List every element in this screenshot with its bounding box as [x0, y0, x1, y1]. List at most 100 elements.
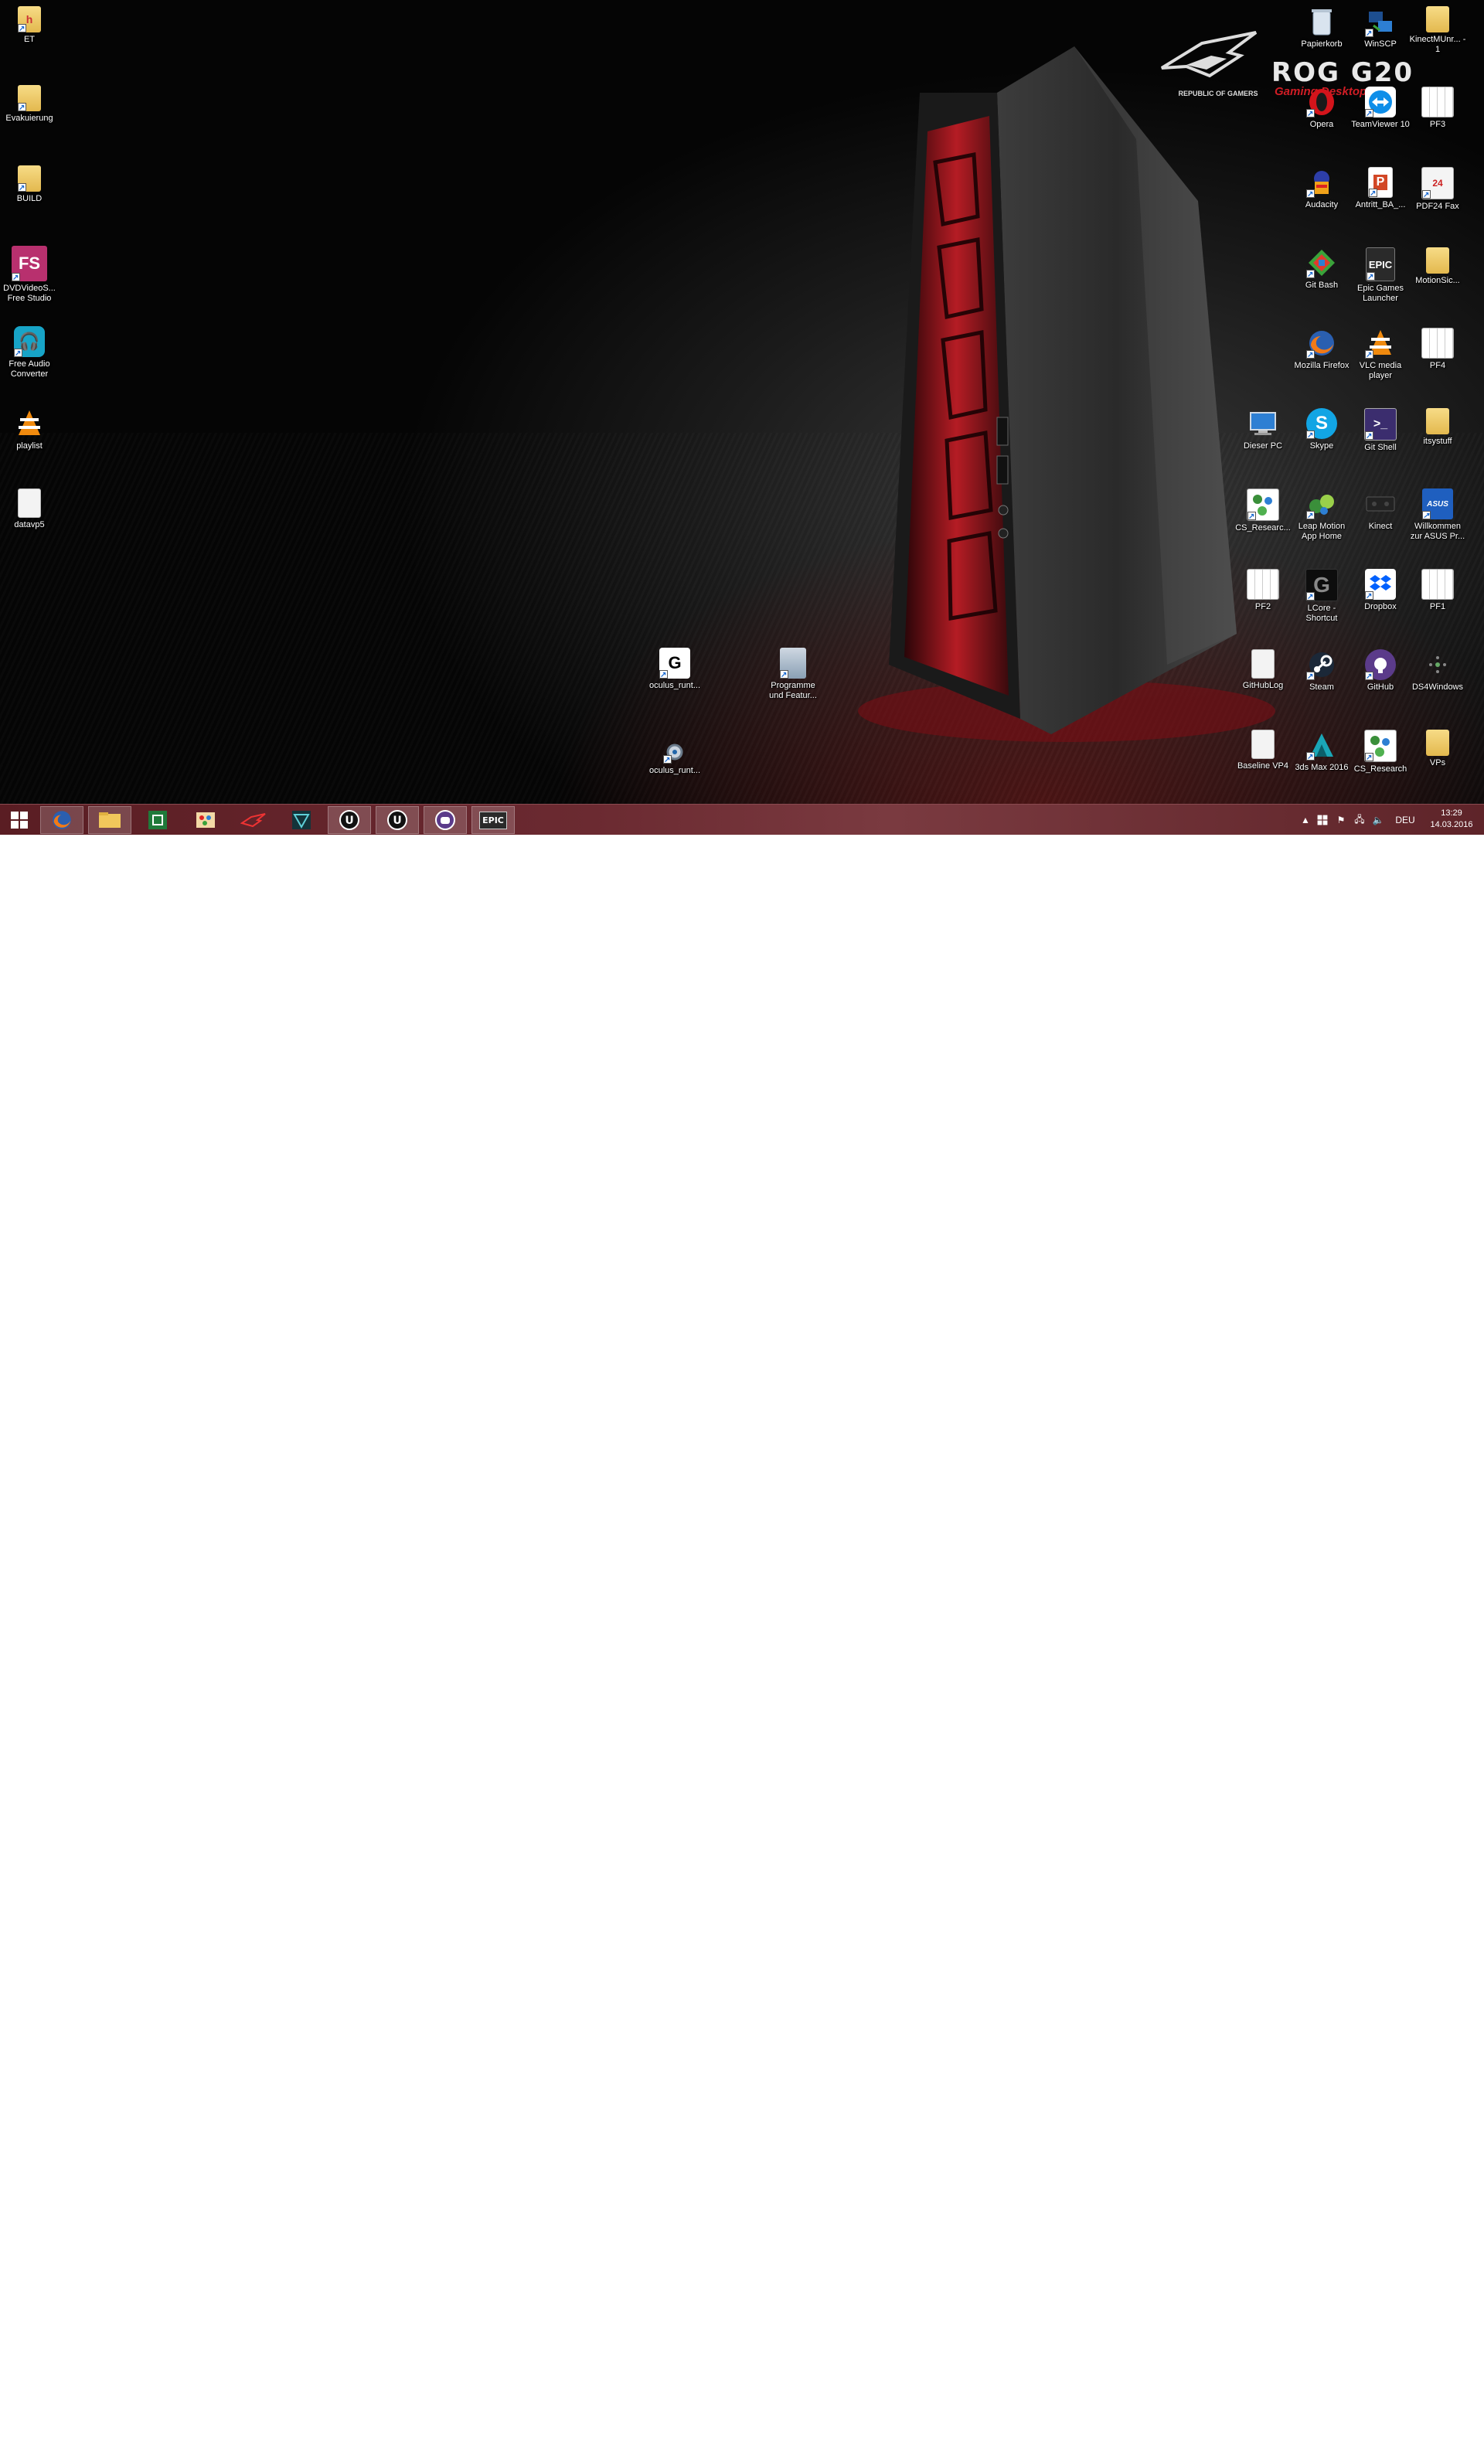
tray-volume[interactable]: 🔈	[1370, 805, 1387, 835]
start-button[interactable]	[0, 806, 39, 834]
desktop-icon-pf2[interactable]: PF2	[1234, 569, 1292, 612]
taskbar-gamepad[interactable]	[424, 806, 467, 834]
desktop-icon-label: PF1	[1429, 602, 1446, 611]
desktop-icon-pf1[interactable]: PF1	[1408, 569, 1467, 612]
tray-overflow-button[interactable]: ▲	[1298, 805, 1312, 835]
tray-windows[interactable]	[1314, 805, 1331, 835]
desktop-icon-ds4windows[interactable]: DS4Windows	[1408, 649, 1467, 693]
flag-icon: ⚑	[1336, 815, 1346, 825]
desktop-icon-free-audio-converter[interactable]: 🎧 Free Audio Converter	[0, 326, 59, 379]
programs-icon	[780, 648, 806, 680]
desktop-icon-label: Dropbox	[1364, 602, 1397, 611]
taskbar-unreal-1[interactable]: U	[328, 806, 371, 834]
pages-icon	[1421, 569, 1454, 600]
desktop-icon-baseline-vp4[interactable]: Baseline VP4	[1234, 730, 1292, 771]
desktop-icon-githublog[interactable]: GitHubLog	[1234, 649, 1292, 691]
taskbar-clock[interactable]: 13:29 14.03.2016	[1428, 808, 1475, 831]
desktop-icon-build[interactable]: BUILD	[0, 165, 59, 204]
desktop-icon-epic-games[interactable]: EPIC Epic Games Launcher	[1351, 247, 1410, 304]
cs-research-icon	[1364, 730, 1397, 763]
desktop-icon-label: WinSCP	[1364, 39, 1397, 49]
desktop-icon-label: itsystuff	[1423, 437, 1452, 446]
speaker-icon: 🔈	[1372, 815, 1384, 825]
desktop-icon-label: Dieser PC	[1243, 441, 1283, 451]
desktop-icon-lcore[interactable]: G LCore - Shortcut	[1292, 569, 1351, 624]
desktop-icon-git-bash[interactable]: Git Bash	[1292, 247, 1351, 291]
desktop-icon-audacity[interactable]: Audacity	[1292, 167, 1351, 210]
pages-icon	[1247, 569, 1279, 600]
desktop-icon-winscp[interactable]: WinSCP	[1351, 6, 1410, 49]
desktop-icon-steam[interactable]: Steam	[1292, 649, 1351, 693]
desktop-icon-skype[interactable]: S Skype	[1292, 408, 1351, 451]
desktop-icon-label: Leap Motion App Home	[1298, 522, 1346, 541]
desktop-icon-label: Evakuierung	[5, 114, 53, 123]
desktop-icon-et[interactable]: h ET	[0, 6, 59, 45]
skype-icon: S	[1306, 408, 1337, 441]
taskbar-store[interactable]	[136, 806, 179, 834]
desktop-icon-motionsickness[interactable]: MotionSic...	[1408, 247, 1467, 286]
desktop-icon-cs-research-shortcut[interactable]: CS_Researc...	[1234, 488, 1292, 533]
vlc-icon	[1365, 328, 1396, 360]
desktop-icon-teamviewer[interactable]: TeamViewer 10	[1351, 87, 1410, 130]
desktop-icon-cs-research[interactable]: CS_Research	[1351, 730, 1410, 774]
desktop-icon-datavp5[interactable]: datavp5	[0, 488, 59, 530]
desktop-icon-dvdvideosoft[interactable]: FS DVDVideoS... Free Studio	[0, 246, 59, 304]
taskbar-paint[interactable]	[184, 806, 227, 834]
desktop-icon-dropbox[interactable]: Dropbox	[1351, 569, 1410, 612]
desktop-icon-3ds-max[interactable]: 3ds Max 2016	[1292, 730, 1351, 773]
tray-action-center[interactable]: ⚑	[1333, 805, 1350, 835]
desktop-icon-opera[interactable]: Opera	[1292, 87, 1351, 130]
desktop-icon-pf3[interactable]: PF3	[1408, 87, 1467, 130]
desktop-icon-github[interactable]: GitHub	[1351, 649, 1410, 693]
desktop-icon-vps[interactable]: VPs	[1408, 730, 1467, 768]
opera-icon	[1306, 87, 1337, 119]
taskbar-unreal-2[interactable]: U	[376, 806, 419, 834]
vlc-icon	[14, 408, 45, 439]
desktop-icon-pf4[interactable]: PF4	[1408, 328, 1467, 371]
clock-date: 14.03.2016	[1430, 820, 1473, 829]
desktop-icon-itsystuff[interactable]: itsystuff	[1408, 408, 1467, 447]
desktop-icon-mozilla-firefox[interactable]: Mozilla Firefox	[1292, 328, 1351, 371]
taskbar-rog[interactable]	[232, 806, 275, 834]
desktop-icon-pdf24-fax[interactable]: 24 PDF24 Fax	[1408, 167, 1467, 212]
desktop-icon-programs-features[interactable]: Programme und Featur...	[764, 648, 822, 701]
desktop-icon-label: Kinect	[1368, 522, 1393, 531]
desktop-icon-label: Programme und Featur...	[769, 681, 817, 700]
desktop-icon-label: PF2	[1254, 602, 1271, 611]
desktop-icon-leap-motion[interactable]: Leap Motion App Home	[1292, 488, 1351, 542]
desktop-icon-papierkorb[interactable]: Papierkorb	[1292, 6, 1351, 49]
desktop-icon-label: datavp5	[14, 520, 45, 529]
desktop-icon-dieser-pc[interactable]: Dieser PC	[1234, 408, 1292, 451]
git-shell-icon: >_	[1364, 408, 1397, 441]
desktop-icon-kinect[interactable]: Kinect	[1351, 488, 1410, 532]
computer-icon	[1247, 408, 1278, 439]
desktop-icon-evakuierung[interactable]: Evakuierung	[0, 85, 59, 124]
taskbar-firefox[interactable]	[40, 806, 83, 834]
taskbar-explorer[interactable]	[88, 806, 131, 834]
desktop-icon-label: ET	[23, 35, 36, 44]
desktop-icon-vlc[interactable]: VLC media player	[1351, 328, 1410, 381]
tray-language[interactable]: DEU	[1391, 805, 1419, 835]
firefox-icon	[1306, 328, 1337, 360]
tray-network[interactable]: 🖧	[1351, 805, 1368, 835]
desktop-icon-kinectmunreal[interactable]: KinectMUnr... - 1	[1408, 6, 1467, 55]
audacity-icon	[1306, 167, 1337, 199]
desktop-icon-oculus-runtime[interactable]: G oculus_runt...	[645, 648, 704, 691]
desktop-icon-git-shell[interactable]: >_ Git Shell	[1351, 408, 1410, 453]
desktop-icon-oculus-runtime-installer[interactable]: oculus_runt...	[645, 740, 704, 776]
desktop-icon-label: BUILD	[16, 194, 43, 203]
desktop-icon-asus-welcome[interactable]: ASUS Willkommen zur ASUS Pr...	[1408, 488, 1467, 542]
desktop-icon-playlist[interactable]: playlist	[0, 408, 59, 451]
desktop-icon-label: CS_Researc...	[1235, 523, 1291, 533]
folder-icon	[1426, 408, 1449, 434]
desktop-icon-antritt-ba[interactable]: P Antritt_BA_...	[1351, 167, 1410, 210]
taskbar-epic[interactable]: EPIC	[471, 806, 515, 834]
windows-icon	[1317, 815, 1328, 825]
desktop-icon-label: Audacity	[1305, 200, 1339, 209]
desktop[interactable]: REPUBLIC OF GAMERS ROG G20 Gaming Deskto…	[0, 0, 1484, 835]
pages-icon	[1421, 328, 1454, 359]
taskbar-sword-app[interactable]	[280, 806, 323, 834]
asus-icon: ASUS	[1422, 488, 1453, 521]
chevron-up-icon: ▲	[1301, 815, 1310, 825]
winscp-icon	[1365, 6, 1396, 39]
